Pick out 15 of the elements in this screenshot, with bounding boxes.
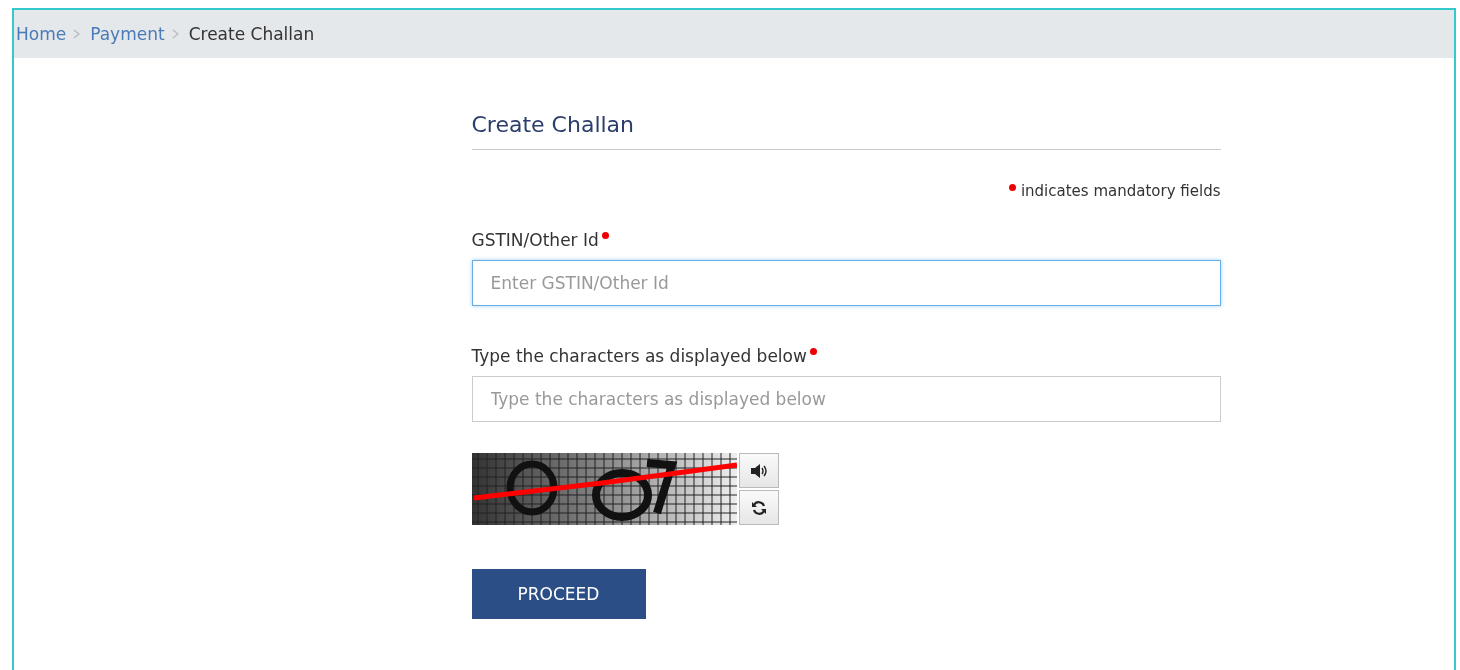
breadcrumb-current: Create Challan xyxy=(188,24,315,44)
form-title: Create Challan xyxy=(471,112,1221,150)
field-label: GSTIN/Other Id xyxy=(471,230,599,250)
speaker-icon xyxy=(749,462,768,479)
audio-button[interactable] xyxy=(738,453,779,488)
breadcrumb-link[interactable]: Home xyxy=(16,24,67,44)
mandatory-note: indicates mandatory fields xyxy=(1020,182,1221,200)
proceed-button[interactable]: PROCEED xyxy=(471,569,646,619)
input-field[interactable]: Enter GSTIN/Other Id xyxy=(471,260,1221,306)
required-dot-icon xyxy=(1008,184,1016,191)
refresh-icon xyxy=(750,499,767,516)
breadcrumb-link[interactable]: Payment xyxy=(90,24,165,44)
field-label: Type the characters as displayed below xyxy=(471,346,807,366)
input-field[interactable]: Type the characters as displayed below xyxy=(471,376,1221,422)
refresh-button[interactable] xyxy=(738,490,779,525)
